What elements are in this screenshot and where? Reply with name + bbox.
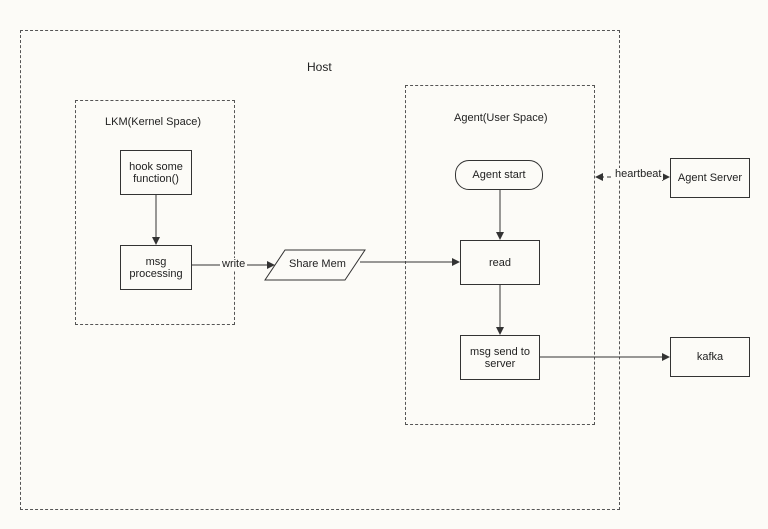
kafka-label: kafka [697, 351, 723, 363]
msg-processing-box: msg processing [120, 245, 192, 290]
agent-start-box: Agent start [455, 160, 543, 190]
read-box: read [460, 240, 540, 285]
kafka-box: kafka [670, 337, 750, 377]
msg-processing-label: msg processing [123, 256, 189, 280]
msg-send-box: msg send to server [460, 335, 540, 380]
heartbeat-edge-label: heartbeat [613, 168, 663, 180]
host-title: Host [305, 60, 334, 74]
hook-function-label: hook some function() [123, 161, 189, 185]
agent-server-box: Agent Server [670, 158, 750, 198]
msg-send-label: msg send to server [463, 346, 537, 370]
agent-server-label: Agent Server [678, 172, 742, 184]
agent-start-label: Agent start [472, 169, 525, 181]
hook-function-box: hook some function() [120, 150, 192, 195]
share-mem-label: Share Mem [287, 258, 348, 270]
lkm-title: LKM(Kernel Space) [103, 116, 203, 128]
diagram-canvas: Host LKM(Kernel Space) hook some functio… [0, 0, 768, 529]
write-edge-label: write [220, 258, 247, 270]
read-label: read [489, 257, 511, 269]
agent-title: Agent(User Space) [452, 112, 550, 124]
lkm-container [75, 100, 235, 325]
